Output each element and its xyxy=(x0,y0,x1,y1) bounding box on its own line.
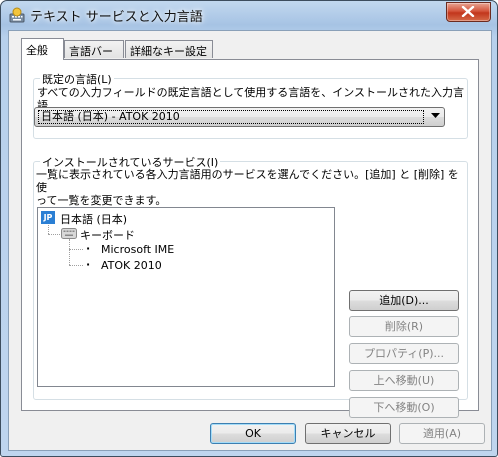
default-language-dropdown[interactable]: 日本語 (日本) - ATOK 2010 xyxy=(34,107,445,127)
window-title: テキスト サービスと入力言語 xyxy=(30,10,203,25)
apply-button[interactable]: 適用(A) xyxy=(399,423,485,444)
tree-connector xyxy=(69,239,70,265)
move-down-button[interactable]: 下へ移動(O) xyxy=(349,397,459,418)
text-services-icon xyxy=(9,7,25,23)
keyboard-icon xyxy=(61,228,77,239)
tree-connector xyxy=(69,249,83,250)
title-bar[interactable]: テキスト サービスと入力言語 xyxy=(1,1,497,29)
default-language-label: 既定の言語(L) xyxy=(40,71,114,87)
tree-connector xyxy=(48,225,49,234)
close-button[interactable] xyxy=(446,2,491,22)
bullet: · xyxy=(86,242,91,255)
installed-services-description: 一覧に表示されている各入力言語用のサービスを選んでください。[追加] と [削除… xyxy=(36,168,459,207)
add-button[interactable]: 追加(D)... xyxy=(349,290,459,311)
bullet: · xyxy=(86,258,91,271)
tab-panel-general: 既定の言語(L) すべての入力フィールドの既定言語として使用する言語を、インスト… xyxy=(21,59,479,418)
tab-advanced-key-settings[interactable]: 詳細なキー設定 xyxy=(125,40,213,58)
chevron-down-icon xyxy=(431,113,440,118)
move-up-button[interactable]: 上へ移動(U) xyxy=(349,370,459,391)
dialog-window: テキスト サービスと入力言語 言語バー 詳細なキー設定 全般 既定の言語(L) … xyxy=(0,0,498,457)
close-icon xyxy=(461,6,475,17)
default-language-selected: 日本語 (日本) - ATOK 2010 xyxy=(38,110,424,124)
tree-item-keyboard[interactable]: キーボード xyxy=(80,227,135,243)
tree-item-atok-2010[interactable]: ATOK 2010 xyxy=(101,259,162,272)
tree-item-language[interactable]: 日本語 (日本) xyxy=(60,211,127,227)
japanese-language-icon: JP xyxy=(41,211,55,224)
services-tree[interactable]: JP 日本語 (日本) キーボード · Microsoft IME · ATOK… xyxy=(37,207,335,387)
remove-button[interactable]: 削除(R) xyxy=(349,316,459,337)
tree-item-microsoft-ime[interactable]: Microsoft IME xyxy=(101,243,174,256)
properties-button[interactable]: プロパティ(P)... xyxy=(349,343,459,364)
ok-button[interactable]: OK xyxy=(210,423,296,444)
dialog-body: 言語バー 詳細なキー設定 全般 既定の言語(L) すべての入力フィールドの既定言… xyxy=(8,30,492,451)
cancel-button[interactable]: キャンセル xyxy=(305,423,391,444)
tree-connector xyxy=(69,265,83,266)
tree-connector xyxy=(48,234,60,235)
tab-language-bar[interactable]: 言語バー xyxy=(64,40,124,58)
tab-general[interactable]: 全般 xyxy=(21,38,64,60)
